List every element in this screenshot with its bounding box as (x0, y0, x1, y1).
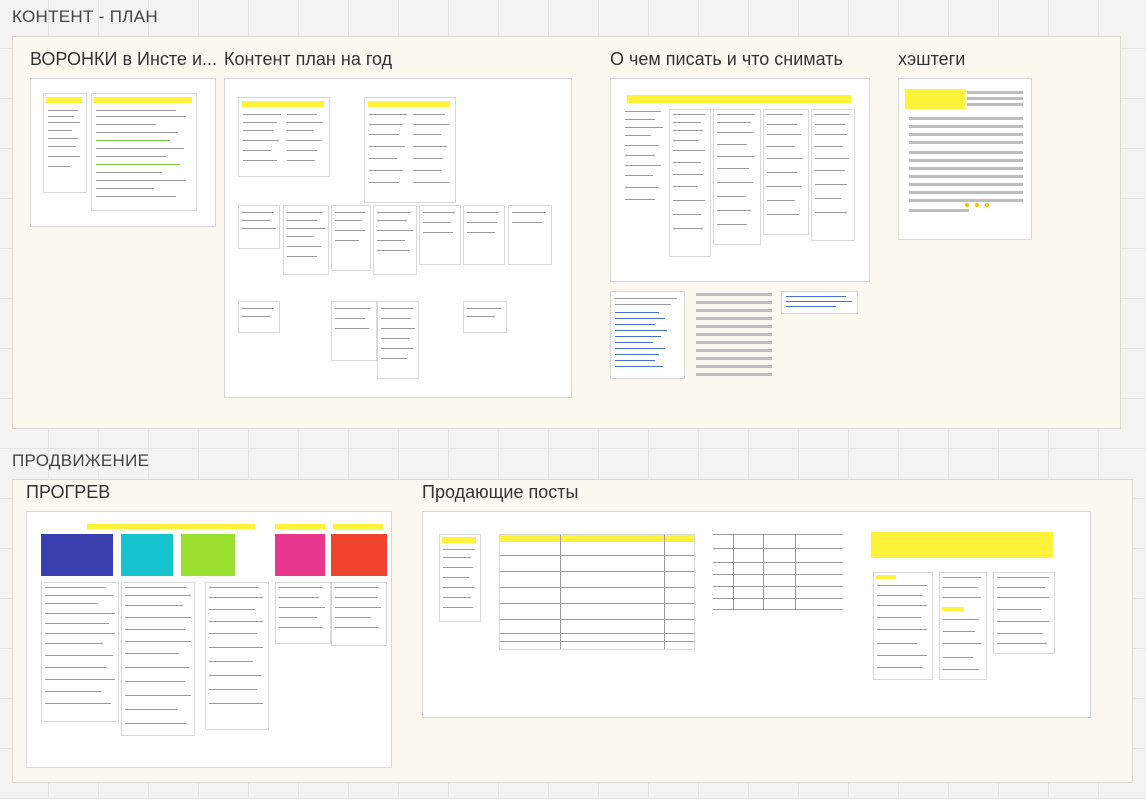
frame-title-warmup[interactable]: ПРОГРЕВ (26, 482, 110, 503)
frame-title-selling-posts[interactable]: Продающие посты (422, 482, 578, 503)
warmup-col-4[interactable] (275, 582, 331, 644)
warmup-stage-magenta[interactable] (275, 534, 325, 576)
frame-title-funnels[interactable]: ВОРОНКИ в Инсте и... (30, 49, 217, 70)
warmup-col-2[interactable] (121, 582, 195, 736)
topic-card-1[interactable] (669, 109, 711, 257)
warmup-stage-teal[interactable] (121, 534, 173, 576)
links-card-small[interactable] (781, 291, 858, 314)
frame-title-hashtags[interactable]: хэштеги (898, 49, 965, 70)
warmup-stage-blue[interactable] (41, 534, 113, 576)
hashtags-frame[interactable] (898, 78, 1032, 240)
funnels-card-right[interactable] (91, 93, 197, 211)
warmup-col-5[interactable] (331, 582, 387, 646)
funnels-card-left[interactable] (43, 93, 87, 193)
funnels-frame[interactable] (30, 78, 216, 227)
topic-card-2[interactable] (713, 109, 761, 245)
selling-card-4[interactable] (993, 572, 1055, 654)
year-plan-note-1[interactable] (238, 205, 280, 249)
year-plan-note-6[interactable] (463, 205, 505, 265)
year-plan-note-9[interactable] (331, 301, 377, 361)
selling-grid[interactable] (713, 534, 843, 610)
frame-title-year-plan[interactable]: Контент план на год (224, 49, 392, 70)
year-plan-note-11[interactable] (463, 301, 507, 333)
year-plan-note-3[interactable] (331, 205, 371, 271)
selling-card-1[interactable] (439, 534, 481, 622)
links-card[interactable] (610, 291, 685, 379)
warmup-frame[interactable] (26, 511, 392, 768)
year-plan-card-1[interactable] (238, 97, 330, 177)
frame-title-what-to-write[interactable]: О чем писать и что снимать (610, 49, 843, 70)
year-plan-card-2[interactable] (364, 97, 456, 203)
year-plan-note-5[interactable] (419, 205, 461, 265)
selling-card-3[interactable] (939, 572, 987, 680)
selling-sticky-header[interactable] (871, 532, 1053, 558)
section-label-promotion: ПРОДВИЖЕНИЕ (12, 451, 150, 470)
what-to-write-frame[interactable] (610, 78, 870, 282)
warmup-stage-green[interactable] (181, 534, 235, 576)
year-plan-note-8[interactable] (238, 301, 280, 333)
section-label-content-plan: КОНТЕНТ - ПЛАН (12, 7, 158, 26)
text-block-lines[interactable] (696, 291, 774, 381)
year-plan-note-10[interactable] (377, 301, 419, 379)
selling-posts-frame[interactable] (422, 511, 1091, 718)
topic-card-4[interactable] (811, 109, 855, 241)
year-plan-frame[interactable] (224, 78, 572, 398)
selling-card-2[interactable] (873, 572, 933, 680)
warmup-col-3[interactable] (205, 582, 269, 730)
year-plan-note-2[interactable] (283, 205, 329, 275)
warmup-col-1[interactable] (41, 582, 119, 722)
selling-table[interactable] (499, 534, 695, 650)
warmup-stage-red[interactable] (331, 534, 387, 576)
what-to-write-header (627, 95, 851, 103)
topic-card-3[interactable] (763, 109, 809, 235)
year-plan-note-4[interactable] (373, 205, 417, 275)
year-plan-note-7[interactable] (508, 205, 552, 265)
